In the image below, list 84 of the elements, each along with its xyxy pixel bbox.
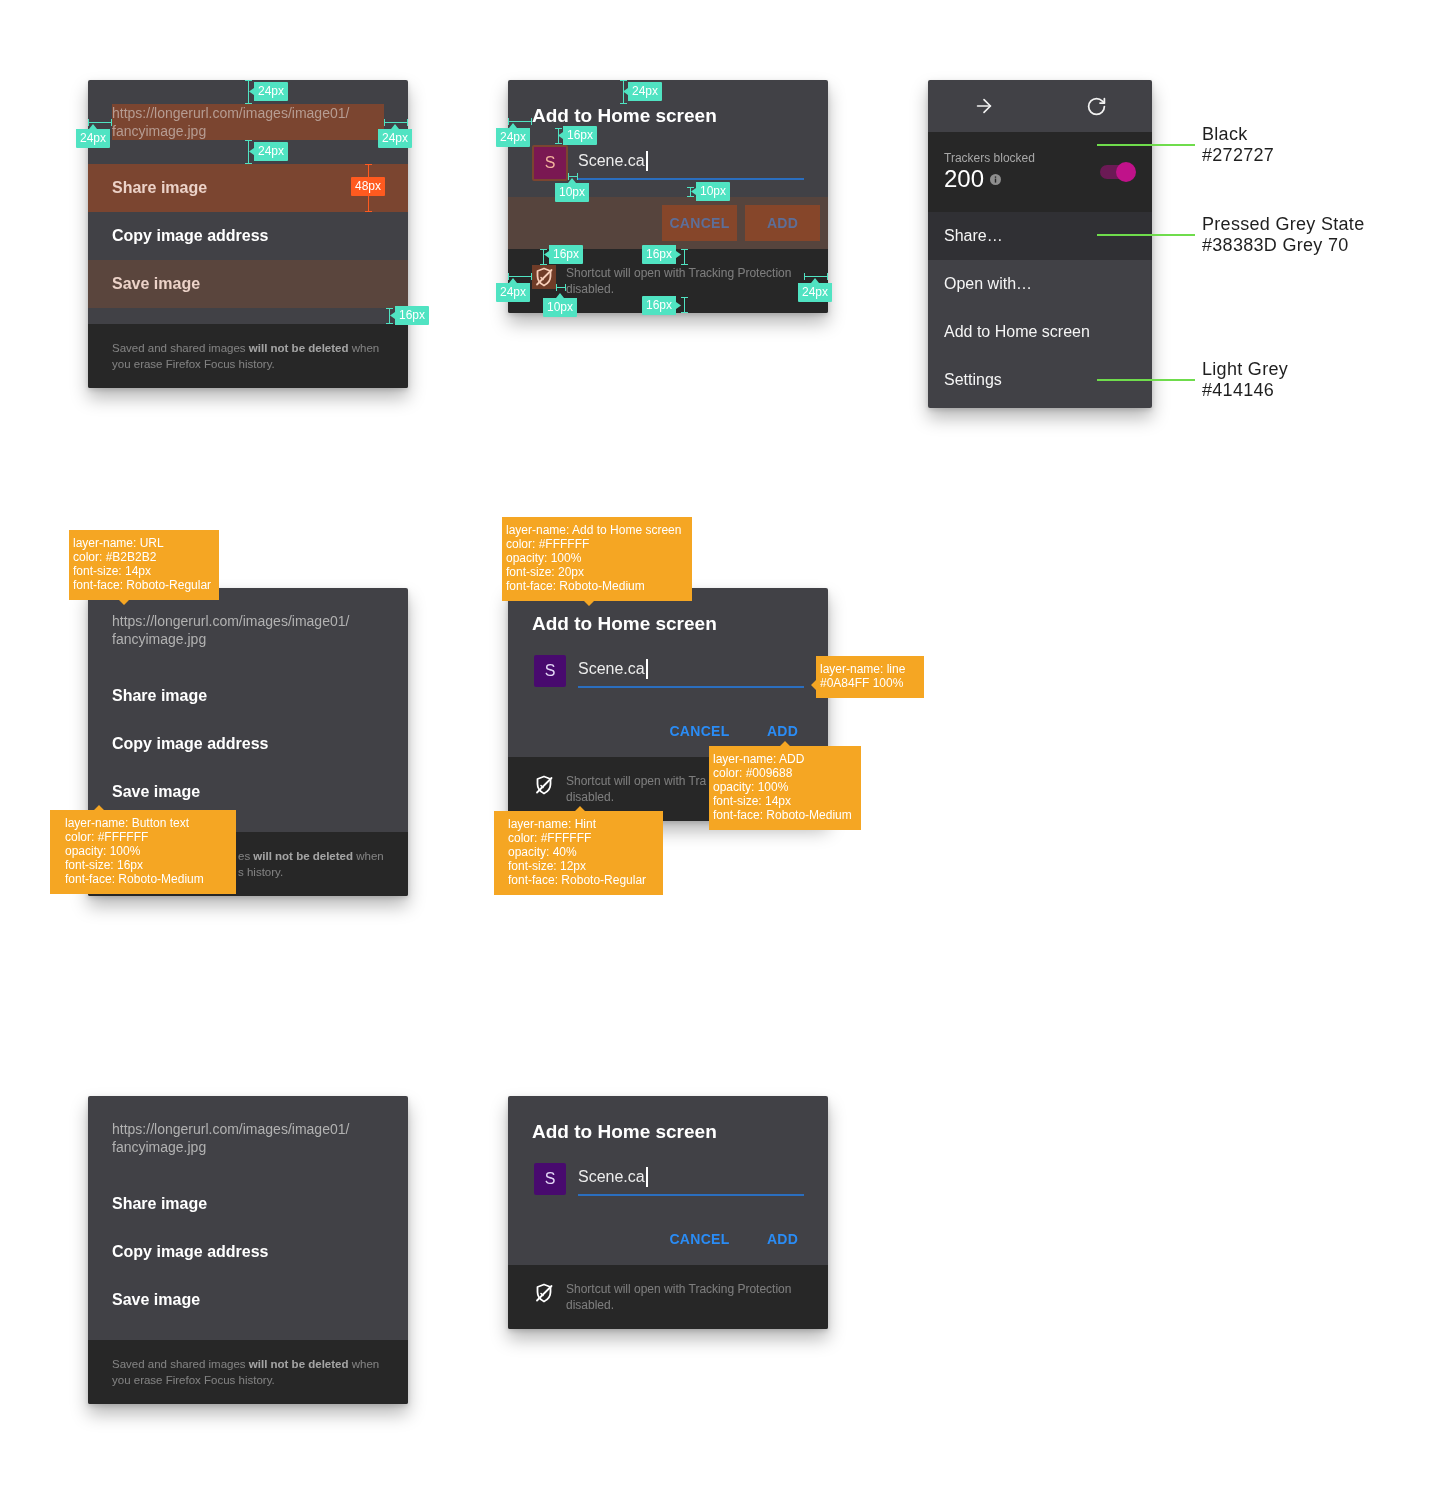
dimension-line [508, 117, 532, 125]
menu-item[interactable]: Open with… [928, 260, 1152, 308]
dimension-line [554, 128, 562, 144]
image-url: https://longerurl.com/images/image01/fancyimage.jpg [112, 1120, 351, 1156]
site-avatar: S [534, 655, 566, 687]
trackers-label: Trackers blocked [944, 151, 1035, 165]
annotation-line: font-face: Roboto-Medium [506, 579, 645, 593]
dimension-line [556, 283, 566, 291]
annotation-line: layer-name: URL [73, 536, 164, 550]
annotation-line: layer-name: Button text [65, 816, 190, 830]
annotation-line: layer-name: Hint [508, 817, 597, 831]
annotation-line: opacity: 100% [65, 844, 141, 858]
annotation-line: layer-name: ADD [713, 752, 805, 766]
annotation-line: font-size: 14px [713, 794, 792, 808]
menu-item[interactable]: Share image [88, 672, 408, 720]
measurement-tag: 16px [642, 296, 682, 315]
annotation-line: color: #FFFFFF [506, 537, 590, 551]
footer-note-fragment: es will not be deleted when [238, 849, 384, 864]
menu-item[interactable]: Copy image address [88, 720, 408, 768]
annotation-line: color: #009688 [713, 766, 793, 780]
dimension-line [385, 308, 393, 324]
annotation-line: font-face: Roboto-Regular [508, 873, 647, 887]
hint-text-fragment: Shortcut will open with Tra [566, 773, 707, 789]
menu-item[interactable]: Share image [88, 1180, 408, 1228]
footer-note: Saved and shared images will not be deleted when you erase Firefox Focus history. [112, 341, 381, 372]
annotation-line: layer-name: Add to Home screen [506, 523, 682, 537]
dialog-title: Add to Home screen [532, 612, 718, 636]
callout-title: Pressed Grey State [1202, 214, 1365, 235]
annotation-line: font-face: Roboto-Medium [713, 808, 852, 822]
callout-value: #38383D Grey 70 [1202, 235, 1349, 256]
callout-title: Black [1202, 124, 1248, 145]
site-avatar: S [532, 145, 568, 181]
annotation-line: font-size: 12px [508, 859, 587, 873]
dimension-line [508, 272, 532, 280]
menu-item[interactable]: Share… [928, 212, 1152, 260]
annotation-line: color: #B2B2B2 [73, 550, 157, 564]
menu-item[interactable]: Copy image address [88, 1228, 408, 1276]
dimension-line [568, 172, 578, 180]
measurement-tag: 48px [351, 177, 386, 196]
dialog-title: Add to Home screen [532, 104, 718, 128]
annotation-line: color: #FFFFFF [65, 830, 149, 844]
menu-item[interactable]: Copy image address [88, 212, 408, 260]
menu-item[interactable]: Add to Home screen [928, 308, 1152, 356]
footer-note-fragment: s history. [238, 865, 284, 880]
annotation-line: font-size: 20px [506, 565, 585, 579]
annotation-line: layer-name: line [820, 662, 906, 676]
annotation-line: opacity: 100% [506, 551, 582, 565]
dimension-line [680, 249, 688, 265]
trackers-count: 200 [944, 165, 985, 193]
annotation-line: color: #FFFFFF [508, 831, 592, 845]
dialog-title: Add to Home screen [532, 1120, 718, 1144]
dimension-line [244, 80, 252, 104]
info-icon[interactable] [990, 173, 1002, 185]
name-input[interactable]: Scene.ca [578, 1160, 804, 1196]
reload-icon[interactable] [1085, 95, 1107, 117]
image-url: https://longerurl.com/images/image01/fancyimage.jpg [112, 104, 384, 140]
menu-item[interactable]: Settings [928, 356, 1152, 404]
annotation-line: opacity: 40% [508, 845, 577, 859]
dimension-line [686, 187, 694, 197]
dimension-line [539, 249, 547, 265]
annotation-line: font-size: 16px [65, 858, 144, 872]
menu-item[interactable]: Save image [88, 1276, 408, 1324]
dimension-line [88, 118, 112, 126]
dimension-line [244, 140, 252, 164]
annotation-line: opacity: 100% [713, 780, 789, 794]
name-input[interactable]: Scene.ca [578, 652, 804, 688]
annotation-line: font-size: 14px [73, 564, 152, 578]
annotation-line: font-face: Roboto-Medium [65, 872, 204, 886]
annotation-line: #0A84FF 100% [820, 676, 904, 690]
site-avatar: S [534, 1163, 566, 1195]
callout-value: #272727 [1202, 145, 1275, 166]
dimension-line [619, 80, 627, 104]
image-url: https://longerurl.com/images/image01/fancyimage.jpg [112, 612, 351, 648]
footer-note: Saved and shared images will not be deleted when you erase Firefox Focus history. [112, 1357, 381, 1388]
tracking-toggle[interactable] [1100, 162, 1136, 182]
annotation-line: font-face: Roboto-Regular [73, 578, 212, 592]
callout-value: #414146 [1202, 380, 1275, 401]
dimension-line [384, 118, 408, 126]
menu-item[interactable]: Save image [88, 260, 408, 308]
hint-text: Shortcut will open with Tracking Protection disabled. [566, 1281, 793, 1313]
hint-text-fragment: disabled. [566, 789, 615, 805]
callout-title: Light Grey [1202, 359, 1289, 380]
dimension-line [680, 297, 688, 313]
dimension-line [804, 272, 828, 280]
